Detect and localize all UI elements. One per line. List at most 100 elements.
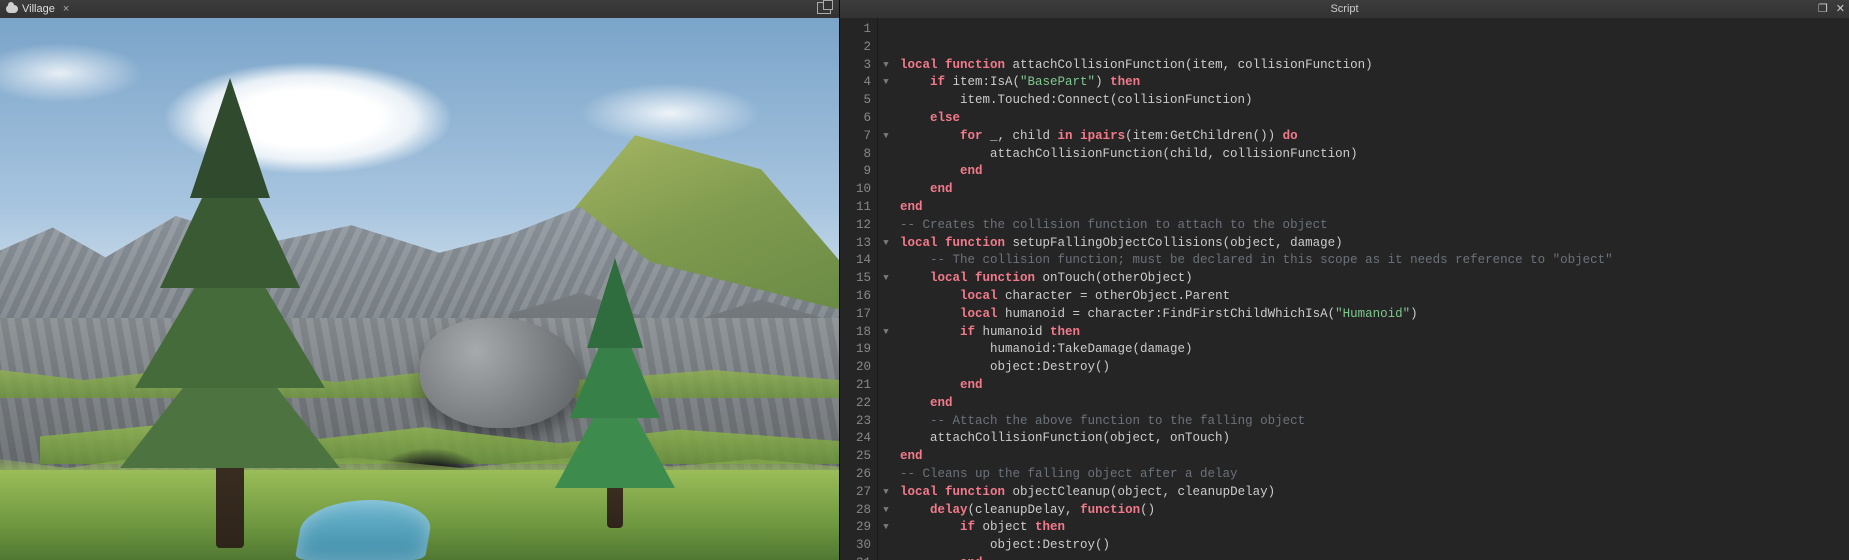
code-line[interactable]: delay(cleanupDelay, function() <box>900 502 1849 520</box>
close-button[interactable]: ✕ <box>1836 2 1845 15</box>
fold-marker <box>878 537 894 555</box>
viewport-tabbar: Village × <box>0 0 839 18</box>
code-line[interactable]: local function onTouch(otherObject) <box>900 270 1849 288</box>
code-line[interactable]: -- Attach the above function to the fall… <box>900 413 1849 431</box>
fold-marker <box>878 448 894 466</box>
code-line[interactable]: object:Destroy() <box>900 537 1849 555</box>
fold-marker <box>878 288 894 306</box>
fold-marker <box>878 199 894 217</box>
fold-column[interactable]: ▼▼▼▼▼▼▼▼▼ <box>878 18 894 560</box>
code-line[interactable]: end <box>900 377 1849 395</box>
line-number: 21 <box>840 377 871 395</box>
code-line[interactable]: -- Cleans up the falling object after a … <box>900 466 1849 484</box>
line-number: 30 <box>840 537 871 555</box>
code-line[interactable]: local function objectCleanup(object, cle… <box>900 484 1849 502</box>
fold-marker <box>878 430 894 448</box>
fold-marker <box>878 555 894 560</box>
fold-marker[interactable]: ▼ <box>878 270 894 288</box>
code-line[interactable]: local function attachCollisionFunction(i… <box>900 57 1849 75</box>
line-number: 29 <box>840 519 871 537</box>
fold-marker <box>878 252 894 270</box>
line-number: 11 <box>840 199 871 217</box>
line-number: 9 <box>840 163 871 181</box>
code-line[interactable]: object:Destroy() <box>900 359 1849 377</box>
fold-marker <box>878 395 894 413</box>
code-line[interactable]: local humanoid = character:FindFirstChil… <box>900 306 1849 324</box>
code-line[interactable] <box>900 21 1849 39</box>
fold-marker[interactable]: ▼ <box>878 519 894 537</box>
fold-marker <box>878 306 894 324</box>
line-number: 23 <box>840 413 871 431</box>
code-line[interactable]: if humanoid then <box>900 324 1849 342</box>
code-line[interactable]: end <box>900 199 1849 217</box>
fold-marker[interactable]: ▼ <box>878 128 894 146</box>
line-number: 14 <box>840 252 871 270</box>
line-number: 18 <box>840 324 871 342</box>
fold-marker <box>878 92 894 110</box>
code-line[interactable]: end <box>900 395 1849 413</box>
code-line[interactable]: attachCollisionFunction(child, collision… <box>900 146 1849 164</box>
line-number: 24 <box>840 430 871 448</box>
line-number: 26 <box>840 466 871 484</box>
code-editor[interactable]: 1234567891011121314151617181920212223242… <box>840 18 1849 560</box>
line-number: 6 <box>840 110 871 128</box>
fold-marker[interactable]: ▼ <box>878 324 894 342</box>
fold-marker <box>878 181 894 199</box>
line-number: 17 <box>840 306 871 324</box>
script-pane: Script ❐ ✕ 12345678910111213141516171819… <box>840 0 1849 560</box>
code-line[interactable]: attachCollisionFunction(object, onTouch) <box>900 430 1849 448</box>
close-tab-button[interactable]: × <box>63 3 69 15</box>
code-line[interactable]: local function setupFallingObjectCollisi… <box>900 235 1849 253</box>
code-line[interactable]: end <box>900 555 1849 560</box>
fold-marker <box>878 146 894 164</box>
code-line[interactable] <box>900 39 1849 57</box>
line-number: 12 <box>840 217 871 235</box>
code-area[interactable]: local function attachCollisionFunction(i… <box>894 18 1849 560</box>
script-title: Script <box>1330 3 1358 15</box>
pine-tree-small <box>540 258 690 528</box>
fold-marker <box>878 341 894 359</box>
line-number: 4 <box>840 74 871 92</box>
code-line[interactable]: else <box>900 110 1849 128</box>
script-titlebar: Script ❐ ✕ <box>840 0 1849 18</box>
line-number: 1 <box>840 21 871 39</box>
line-number: 22 <box>840 395 871 413</box>
detach-icon[interactable] <box>817 2 831 14</box>
code-line[interactable]: humanoid:TakeDamage(damage) <box>900 341 1849 359</box>
line-number: 19 <box>840 341 871 359</box>
code-line[interactable]: -- The collision function; must be decla… <box>900 252 1849 270</box>
line-number: 27 <box>840 484 871 502</box>
line-number: 3 <box>840 57 871 75</box>
fold-marker <box>878 217 894 235</box>
viewport-tab-title[interactable]: Village <box>22 3 55 15</box>
window-buttons: ❐ ✕ <box>1818 2 1845 15</box>
line-number: 7 <box>840 128 871 146</box>
code-line[interactable]: local character = otherObject.Parent <box>900 288 1849 306</box>
code-line[interactable]: end <box>900 181 1849 199</box>
line-number: 15 <box>840 270 871 288</box>
fold-marker[interactable]: ▼ <box>878 502 894 520</box>
line-number: 25 <box>840 448 871 466</box>
viewport-3d[interactable] <box>0 18 839 560</box>
fold-marker[interactable]: ▼ <box>878 484 894 502</box>
code-line[interactable]: end <box>900 163 1849 181</box>
fold-marker <box>878 21 894 39</box>
code-line[interactable]: item.Touched:Connect(collisionFunction) <box>900 92 1849 110</box>
code-line[interactable]: if item:IsA("BasePart") then <box>900 74 1849 92</box>
line-number: 16 <box>840 288 871 306</box>
cloud <box>540 68 800 158</box>
line-gutter: 1234567891011121314151617181920212223242… <box>840 18 878 560</box>
fold-marker[interactable]: ▼ <box>878 74 894 92</box>
fold-marker[interactable]: ▼ <box>878 235 894 253</box>
line-number: 8 <box>840 146 871 164</box>
restore-button[interactable]: ❐ <box>1818 2 1828 15</box>
place-icon <box>6 5 18 13</box>
line-number: 28 <box>840 502 871 520</box>
line-number: 5 <box>840 92 871 110</box>
line-number: 20 <box>840 359 871 377</box>
code-line[interactable]: for _, child in ipairs(item:GetChildren(… <box>900 128 1849 146</box>
code-line[interactable]: -- Creates the collision function to att… <box>900 217 1849 235</box>
code-line[interactable]: end <box>900 448 1849 466</box>
code-line[interactable]: if object then <box>900 519 1849 537</box>
fold-marker[interactable]: ▼ <box>878 57 894 75</box>
